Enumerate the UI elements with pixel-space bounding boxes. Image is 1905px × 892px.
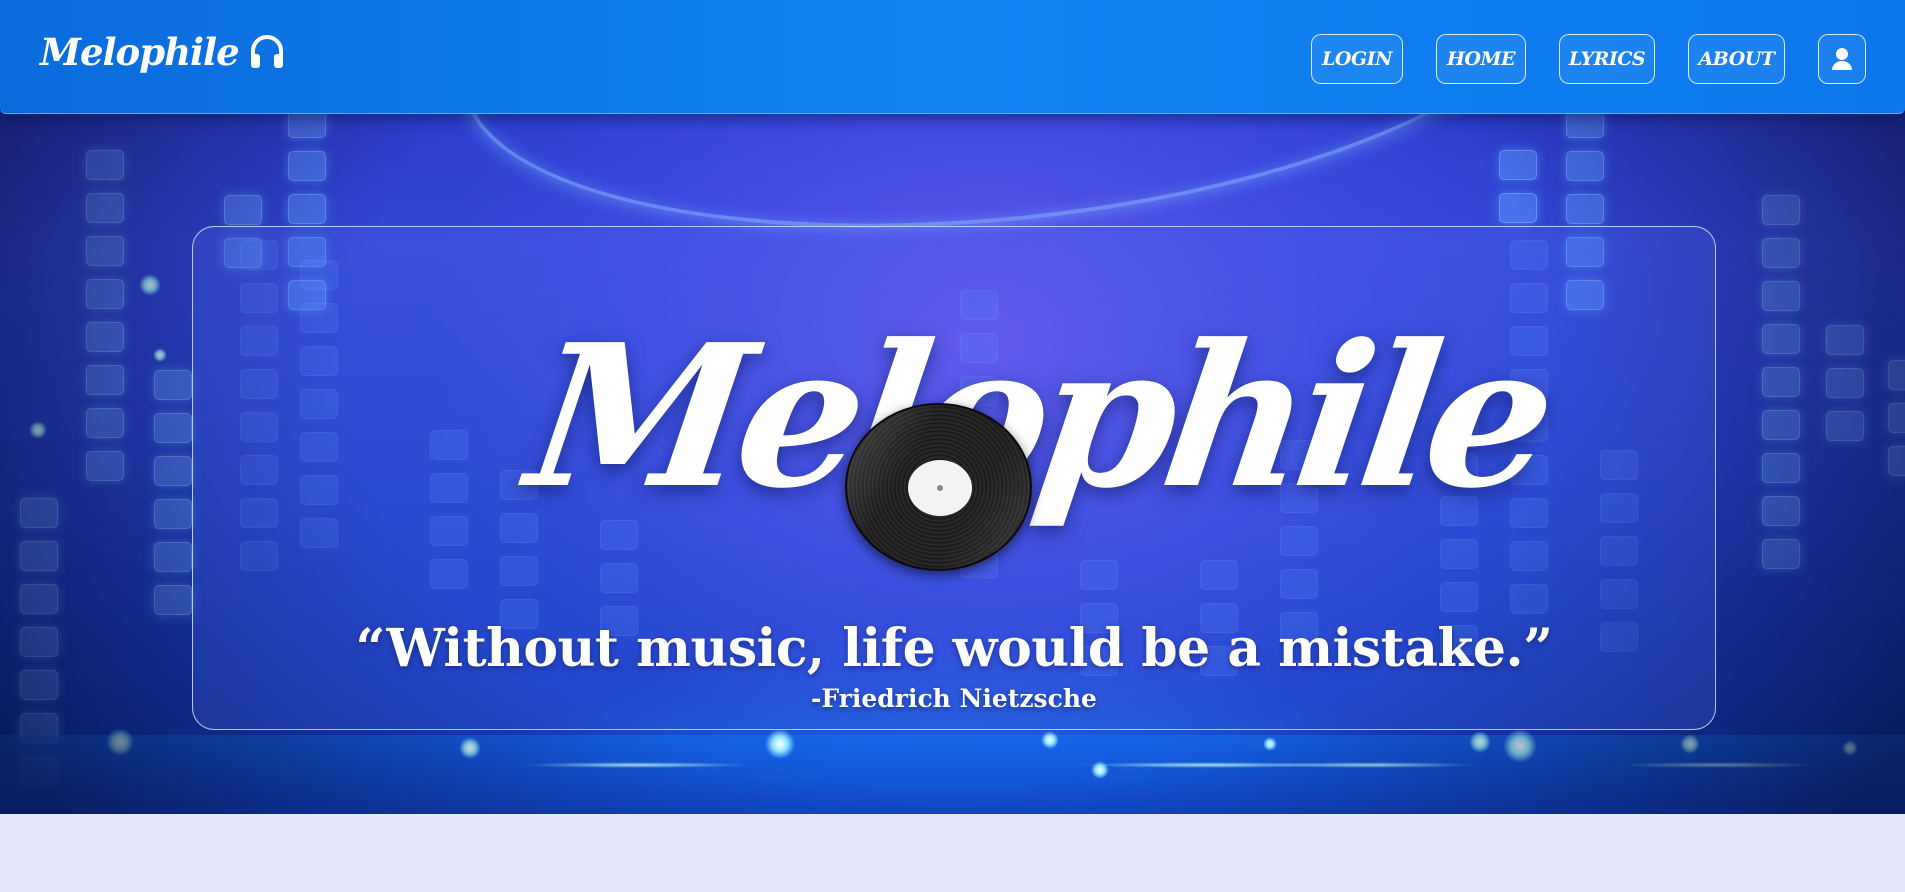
equalizer-bar [1762,281,1800,311]
equalizer-bar [154,456,192,486]
equalizer-bar [154,542,192,572]
equalizer-bar [1762,539,1800,569]
user-icon [1832,48,1852,70]
equalizer-bar [86,193,124,223]
hero-quote: “Without music, life would be a mistake.… [355,618,1553,679]
equalizer-bar [20,627,58,657]
stage-light [1041,731,1059,749]
stage-light [153,348,167,362]
equalizer-bar [1762,195,1800,225]
equalizer-bar [86,451,124,481]
hero-logo: Melophile [517,297,1559,571]
equalizer-bar [20,541,58,571]
vinyl-spindle-hole [937,485,943,491]
vinyl-label [908,460,972,516]
stage-light [1263,737,1277,751]
vinyl-record-icon [845,403,1032,571]
equalizer-bar [1762,453,1800,483]
equalizer-bar [86,150,124,180]
equalizer-bar [1888,446,1905,476]
equalizer-bar [86,279,124,309]
equalizer-bar [86,365,124,395]
equalizer-bar [1566,194,1604,224]
stage-light [29,421,47,439]
stage-light [1503,729,1537,763]
stage-light [459,737,481,759]
nav-lyrics-button[interactable]: LYRICS [1559,34,1655,84]
equalizer-bar [154,499,192,529]
equalizer-bar [288,194,326,224]
equalizer-bar [154,370,192,400]
stage-light [1842,740,1858,756]
headphones-icon [250,35,283,68]
equalizer-bar [20,670,58,700]
hero-card: Melophile “Without music, life would be … [192,226,1716,730]
equalizer-bar [1762,496,1800,526]
equalizer-bar [20,498,58,528]
equalizer-bar [86,408,124,438]
equalizer-bar [154,585,192,615]
equalizer-bar [1566,151,1604,181]
stage-light-streak [520,762,750,768]
nav-about-button[interactable]: ABOUT [1688,34,1785,84]
stage-light-streak [1260,762,1480,768]
hero-quote-author: -Friedrich Nietzsche [811,684,1097,713]
nav-login-button[interactable]: LOGIN [1311,34,1403,84]
brand-name: Melophile [40,30,240,74]
stage-floor-glow [0,735,1905,814]
stage-light [765,729,795,759]
equalizer-bar [1826,368,1864,398]
equalizer-bar [1762,367,1800,397]
equalizer-bar [1762,410,1800,440]
top-navbar: Melophile LOGIN HOME LYRICS ABOUT [0,0,1905,114]
equalizer-bar [1826,411,1864,441]
equalizer-bar [154,413,192,443]
stage-light [139,274,161,296]
hero-section: Melophile “Without music, life would be … [0,0,1905,814]
equalizer-bar [1888,403,1905,433]
equalizer-bar [1499,150,1537,180]
equalizer-bar [1826,325,1864,355]
equalizer-bar [86,236,124,266]
equalizer-bar [288,151,326,181]
stage-light [1469,731,1491,753]
equalizer-bar [1762,324,1800,354]
equalizer-bar [1762,238,1800,268]
stage-light-streak [1620,762,1820,768]
equalizer-bar [1888,360,1905,390]
equalizer-bar [86,322,124,352]
user-profile-button[interactable] [1818,34,1866,84]
stage-light [106,728,134,756]
equalizer-bar [224,195,262,225]
equalizer-bar [20,584,58,614]
nav-home-button[interactable]: HOME [1436,34,1526,84]
stage-light [1680,734,1700,754]
brand-logo-link[interactable]: Melophile [40,30,287,74]
nav-links: LOGIN HOME LYRICS ABOUT [1311,34,1866,84]
equalizer-bar [1499,193,1537,223]
